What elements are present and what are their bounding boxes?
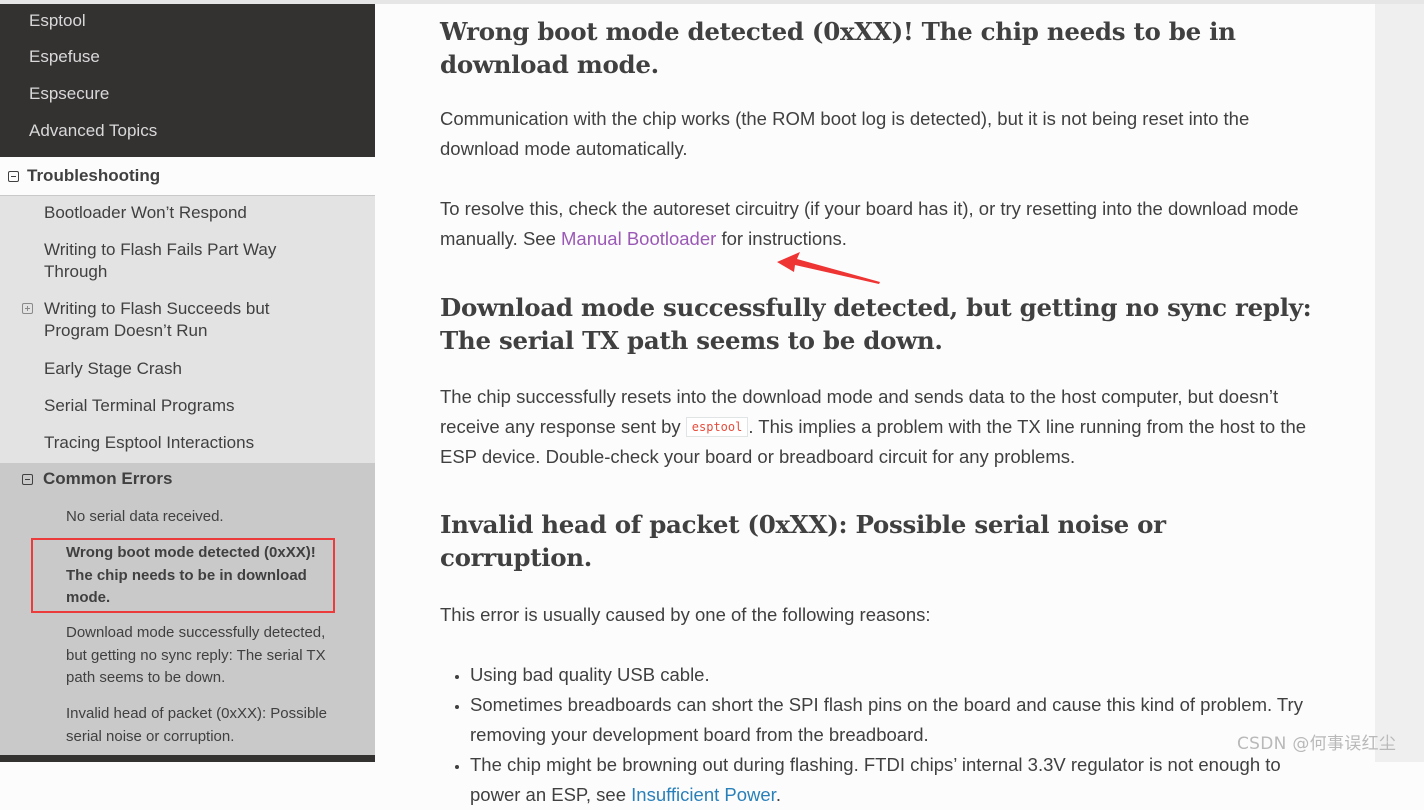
sidebar-item-serial-terminal-programs[interactable]: Serial Terminal Programs	[44, 395, 344, 417]
common-errors-section: Common Errors No serial data received. W…	[0, 463, 375, 755]
right-margin	[1375, 4, 1424, 762]
paragraph-communication: Communication with the chip works (the R…	[440, 108, 1250, 159]
sidebar-item-espefuse[interactable]: Espefuse	[0, 38, 375, 75]
sidebar-item-no-sync-reply[interactable]: Download mode successfully detected, but…	[66, 622, 346, 690]
sidebar-item-writing-flash-fails[interactable]: Writing to Flash Fails Part Way Through	[44, 239, 294, 283]
paragraph-reasons-intro: This error is usually caused by one of t…	[440, 604, 931, 625]
sidebar-item-writing-flash-succeeds[interactable]: Writing to Flash Succeeds but Program Do…	[22, 298, 294, 342]
expand-plus-icon[interactable]	[22, 303, 33, 314]
text: .	[775, 784, 781, 805]
sidebar-item-no-serial-data[interactable]: No serial data received.	[66, 506, 346, 529]
sidebar-item-label: Writing to Flash Succeeds but Program Do…	[44, 299, 270, 340]
sidebar-item-troubleshooting[interactable]: Troubleshooting	[0, 157, 375, 196]
paragraph-resolve: To resolve this, check the autoreset cir…	[440, 194, 1320, 254]
sidebar-item-early-stage-crash[interactable]: Early Stage Crash	[44, 358, 344, 380]
main-content: Wrong boot mode detected (0xXX)! The chi…	[375, 4, 1375, 805]
sidebar-item-invalid-head[interactable]: Invalid head of packet (0xXX): Possible …	[66, 703, 346, 748]
sidebar-item-tracing-esptool[interactable]: Tracing Esptool Interactions	[44, 432, 344, 454]
sidebar-item-bootloader-wont-respond[interactable]: Bootloader Won’t Respond	[44, 202, 344, 224]
collapse-minus-icon[interactable]	[22, 473, 33, 485]
collapse-minus-icon[interactable]	[8, 170, 19, 182]
arrow-shape	[777, 252, 880, 284]
top-border	[0, 0, 1424, 4]
sidebar-item-label: Troubleshooting	[27, 166, 161, 185]
manual-bootloader-link[interactable]: Manual Bootloader	[561, 228, 716, 249]
sidebar-item-label: Common Errors	[43, 469, 173, 488]
list-item: Using bad quality USB cable.	[470, 660, 1320, 690]
section-wrong-boot-mode: Wrong boot mode detected (0xXX)! The chi…	[440, 15, 1320, 254]
section-invalid-head: Invalid head of packet (0xXX): Possible …	[440, 508, 1320, 810]
text: for instructions.	[716, 228, 847, 249]
sidebar-item-advanced-topics[interactable]: Advanced Topics	[0, 112, 375, 149]
sidebar-footer-bar	[0, 755, 375, 762]
list-item: The chip might be browning out during fl…	[470, 750, 1320, 810]
troubleshooting-subsections: Bootloader Won’t Respond Writing to Flas…	[0, 196, 375, 463]
watermark: CSDN @何事误红尘	[1237, 734, 1397, 754]
heading-invalid-head: Invalid head of packet (0xXX): Possible …	[440, 510, 1166, 572]
list-item: Sometimes breadboards can short the SPI …	[470, 690, 1320, 750]
section-no-sync-reply: Download mode successfully detected, but…	[440, 291, 1320, 472]
highlight-box	[31, 538, 335, 613]
annotation-arrow-icon	[777, 252, 880, 284]
heading-no-sync-reply: Download mode successfully detected, but…	[440, 293, 1312, 355]
paragraph-tx-path: The chip successfully resets into the do…	[440, 382, 1320, 472]
insufficient-power-link[interactable]: Insufficient Power	[631, 784, 776, 805]
sidebar-item-espsecure[interactable]: Espsecure	[0, 75, 375, 112]
sidebar-item-common-errors[interactable]: Common Errors	[22, 469, 172, 489]
sidebar-item-esptool[interactable]: Esptool	[0, 4, 375, 38]
sidebar-nav: Esptool Espefuse Espsecure Advanced Topi…	[0, 4, 375, 762]
esptool-code: esptool	[685, 417, 749, 437]
reasons-list: Using bad quality USB cable. Sometimes b…	[440, 660, 1320, 810]
heading-wrong-boot-mode: Wrong boot mode detected (0xXX)! The chi…	[440, 17, 1236, 79]
